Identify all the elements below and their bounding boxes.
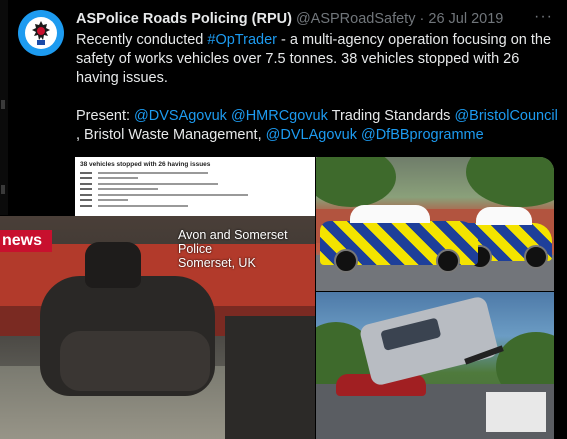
- tweet-paragraph-1: Recently conducted #OpTrader - a multi-a…: [76, 31, 558, 88]
- document-title: 38 vehicles stopped with 26 having issue…: [80, 161, 211, 168]
- author-name[interactable]: ASPolice Roads Policing (RPU): [76, 11, 292, 27]
- document-list: [80, 170, 309, 209]
- edge-mark: [1, 100, 5, 109]
- hashtag-link[interactable]: #OpTrader: [207, 32, 277, 48]
- mention-link[interactable]: @DVLAgovuk: [266, 127, 357, 143]
- document-image[interactable]: 38 vehicles stopped with 26 having issue…: [75, 157, 315, 217]
- mention-link[interactable]: @DVSAgovuk: [134, 108, 227, 124]
- police-cars-photo[interactable]: [316, 157, 554, 291]
- author-handle[interactable]: @ASPRoadSafety: [296, 11, 416, 27]
- mirror-mount: [85, 242, 141, 288]
- scrap-car: [358, 295, 500, 387]
- text-segment: Present:: [76, 108, 135, 124]
- date-separator: ·: [419, 11, 425, 27]
- caption-line: Somerset, UK: [178, 256, 256, 270]
- tweet-paragraph-2: Present: @DVSAgovuk @HMRCgovuk Trading S…: [76, 107, 558, 145]
- location-caption: Avon and Somerset Police Somerset, UK: [178, 228, 315, 270]
- news-video-still[interactable]: news Avon and Somerset Police Somerset, …: [0, 216, 315, 439]
- text-segment: Recently conducted: [76, 32, 208, 48]
- mention-link[interactable]: @HMRCgovuk: [231, 108, 328, 124]
- media-grid: 38 vehicles stopped with 26 having issue…: [0, 154, 567, 439]
- more-options-icon[interactable]: ···: [534, 8, 553, 26]
- news-logo: news: [0, 230, 52, 252]
- cab-pillar: [225, 316, 315, 439]
- police-car: [320, 205, 478, 273]
- lorry-cab: [486, 392, 546, 432]
- tree: [466, 157, 554, 207]
- caption-line: Avon and Somerset Police: [178, 228, 288, 256]
- scrap-vehicle-photo[interactable]: [316, 292, 554, 439]
- tree: [316, 157, 396, 207]
- mirror-housing: [60, 331, 210, 391]
- text-segment: , Bristol Waste Management,: [76, 127, 266, 143]
- text-segment: Trading Standards: [327, 108, 455, 124]
- mention-link[interactable]: @BristolCouncil: [454, 108, 557, 124]
- police-crest-icon: [25, 17, 57, 49]
- mention-link[interactable]: @DfBBprogramme: [361, 127, 484, 143]
- tweet-header: ASPolice Roads Policing (RPU) @ASPRoadSa…: [76, 10, 527, 28]
- avatar[interactable]: [18, 10, 64, 56]
- tweet-date[interactable]: 26 Jul 2019: [428, 11, 503, 27]
- tweet-text: Recently conducted #OpTrader - a multi-a…: [76, 31, 558, 145]
- document-line: [80, 203, 309, 209]
